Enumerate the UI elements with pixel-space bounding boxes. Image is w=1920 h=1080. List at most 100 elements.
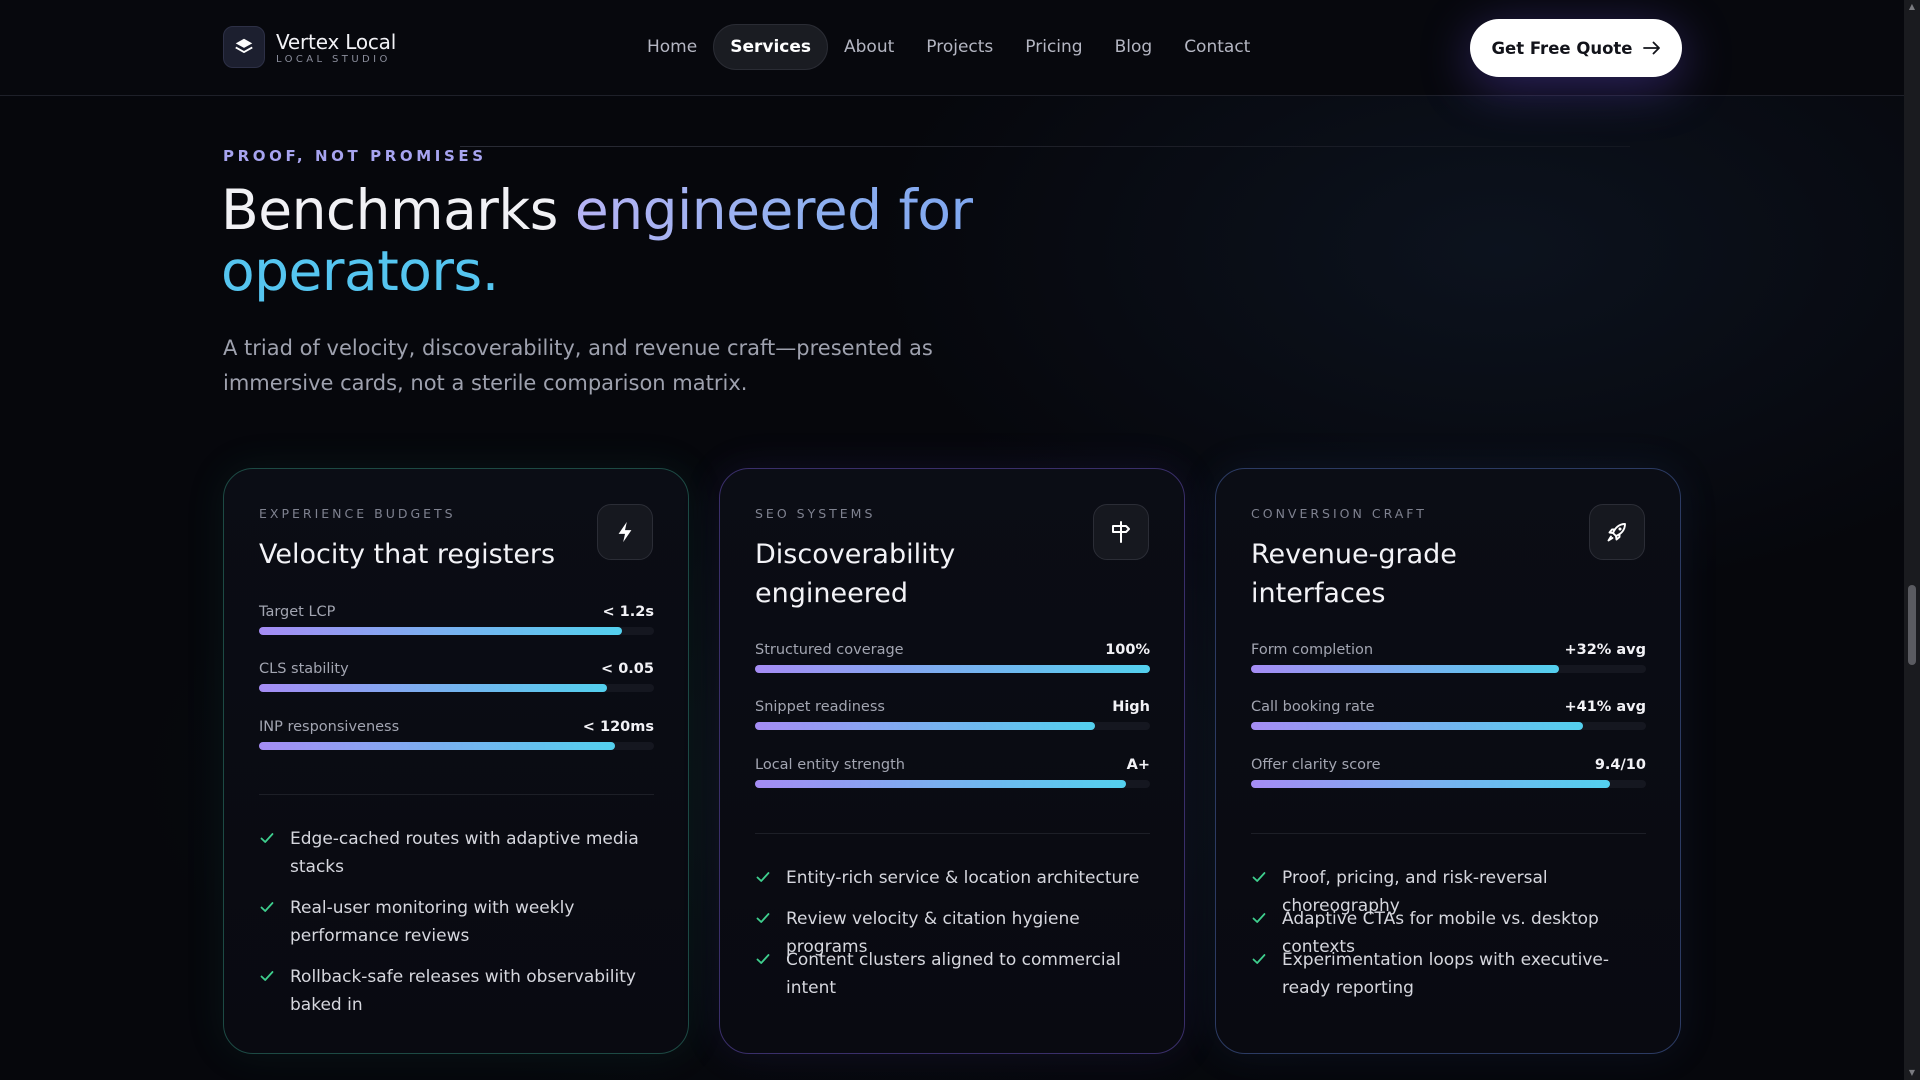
metric-value: +32% avg	[1564, 642, 1646, 658]
nav-pricing[interactable]: Pricing	[1009, 25, 1098, 69]
card-title: Revenue-grade interfaces	[1251, 539, 1457, 609]
metric-track	[259, 627, 654, 635]
metric-row: INP responsiveness < 120ms	[259, 719, 654, 759]
title-part-1: Benchmarks	[221, 178, 575, 242]
metric-row: Snippet readiness High	[755, 699, 1150, 739]
card-velocity: EXPERIENCE BUDGETS Velocity that registe…	[223, 468, 689, 1054]
check-icon	[756, 872, 770, 882]
metric-row: Form completion +32% avg	[1251, 642, 1646, 682]
metric-fill	[755, 722, 1095, 730]
metric-value: A+	[1126, 757, 1150, 773]
check-icon	[260, 902, 274, 912]
metric-row: CLS stability < 0.05	[259, 661, 654, 701]
card-icon-button	[1093, 504, 1149, 560]
nav-services[interactable]: Services	[713, 24, 828, 70]
metric-fill	[1251, 780, 1611, 788]
brand-name[interactable]: Vertex Local	[276, 30, 396, 54]
check-icon	[756, 954, 770, 964]
metric-fill	[259, 742, 615, 750]
metric-track	[755, 665, 1150, 673]
brand-subtitle: LOCAL STUDIO	[276, 54, 391, 65]
metric-label: Local entity strength	[755, 757, 905, 773]
nav-blog[interactable]: Blog	[1099, 25, 1169, 69]
metric-fill	[259, 627, 623, 635]
metric-value: 9.4/10	[1594, 757, 1646, 773]
metric-track	[755, 722, 1150, 730]
bullet-text: Content clusters aligned to commercial i…	[786, 950, 1121, 998]
layers-icon	[235, 38, 253, 53]
metric-label: Target LCP	[259, 604, 336, 620]
nav-about[interactable]: About	[828, 25, 910, 69]
card-icon-button	[1589, 504, 1645, 560]
scroll-down-arrow-icon[interactable]: ▼	[1906, 1068, 1918, 1078]
scroll-up-arrow-icon[interactable]: ▲	[1906, 2, 1918, 12]
metric-row: Call booking rate +41% avg	[1251, 699, 1646, 739]
metric-label: Call booking rate	[1251, 699, 1375, 715]
bullet-text: Experimentation loops with executive-rea…	[1282, 950, 1609, 998]
metric-fill	[1251, 722, 1583, 730]
signpost-icon	[1112, 521, 1130, 543]
metric-value: High	[1112, 699, 1150, 715]
metric-value: < 120ms	[582, 719, 654, 735]
site-header: Vertex Local LOCAL STUDIO Home Services …	[0, 0, 1904, 96]
metric-fill	[755, 665, 1150, 673]
card-title: Velocity that registers	[259, 539, 556, 570]
quote-button-label: Get Free Quote	[1491, 38, 1633, 58]
eyebrow-divider	[460, 146, 1630, 147]
bullet-text: Rollback-safe releases with observabilit…	[290, 967, 636, 1015]
card-eyebrow: CONVERSION CRAFT	[1251, 506, 1427, 521]
metric-value: 100%	[1105, 642, 1150, 658]
check-icon	[1252, 872, 1266, 882]
nav-projects[interactable]: Projects	[910, 25, 1009, 69]
metric-label: Snippet readiness	[755, 699, 885, 715]
metric-fill	[755, 780, 1127, 788]
logo-mark[interactable]	[223, 26, 265, 68]
card-divider	[1251, 833, 1646, 834]
metric-row: Offer clarity score 9.4/10	[1251, 757, 1646, 797]
nav-contact[interactable]: Contact	[1168, 25, 1266, 69]
metric-row: Target LCP < 1.2s	[259, 604, 654, 644]
card-revenue: CONVERSION CRAFT Revenue-grade interface…	[1215, 468, 1681, 1054]
check-icon	[260, 971, 274, 981]
metric-label: Form completion	[1251, 642, 1374, 658]
metric-fill	[1251, 665, 1560, 673]
metric-label: INP responsiveness	[259, 719, 400, 735]
lightning-icon	[618, 521, 632, 543]
check-icon	[756, 913, 770, 923]
metric-row: Local entity strength A+	[755, 757, 1150, 797]
section-description: A triad of velocity, discoverability, an…	[223, 336, 933, 395]
get-free-quote-button[interactable]: Get Free Quote	[1470, 19, 1682, 77]
metric-track	[1251, 780, 1646, 788]
check-icon	[1252, 954, 1266, 964]
page-scrollbar[interactable]	[1904, 0, 1920, 1080]
metric-track	[259, 684, 654, 692]
main-nav: Home Services About Projects Pricing Blo…	[631, 24, 1266, 70]
metric-label: Structured coverage	[755, 642, 904, 658]
scrollbar-thumb[interactable]	[1908, 585, 1916, 665]
section-title: Benchmarks engineered for operators.	[221, 180, 1121, 302]
card-divider	[259, 794, 654, 795]
card-icon-button	[597, 504, 653, 560]
metric-row: Structured coverage 100%	[755, 642, 1150, 682]
nav-home[interactable]: Home	[631, 25, 713, 69]
bullet-text: Real-user monitoring with weekly perform…	[290, 898, 575, 946]
card-eyebrow: SEO SYSTEMS	[755, 506, 876, 521]
bullet-text: Entity-rich service & location architect…	[786, 868, 1140, 888]
section-eyebrow: PROOF, NOT PROMISES	[223, 147, 487, 165]
metric-track	[1251, 665, 1646, 673]
metric-track	[755, 780, 1150, 788]
rocket-icon	[1607, 523, 1626, 542]
metric-label: Offer clarity score	[1251, 757, 1381, 773]
card-title: Discoverability engineered	[755, 539, 956, 609]
title-part-2: engineered for	[574, 178, 973, 242]
metric-value: < 0.05	[601, 661, 654, 677]
card-eyebrow: EXPERIENCE BUDGETS	[259, 506, 456, 521]
metric-track	[1251, 722, 1646, 730]
check-icon	[1252, 913, 1266, 923]
metric-label: CLS stability	[259, 661, 349, 677]
metric-track	[259, 742, 654, 750]
metric-fill	[259, 684, 607, 692]
metric-value: < 1.2s	[602, 604, 654, 620]
metric-value: +41% avg	[1564, 699, 1646, 715]
bullet-text: Edge-cached routes with adaptive media s…	[290, 829, 639, 877]
